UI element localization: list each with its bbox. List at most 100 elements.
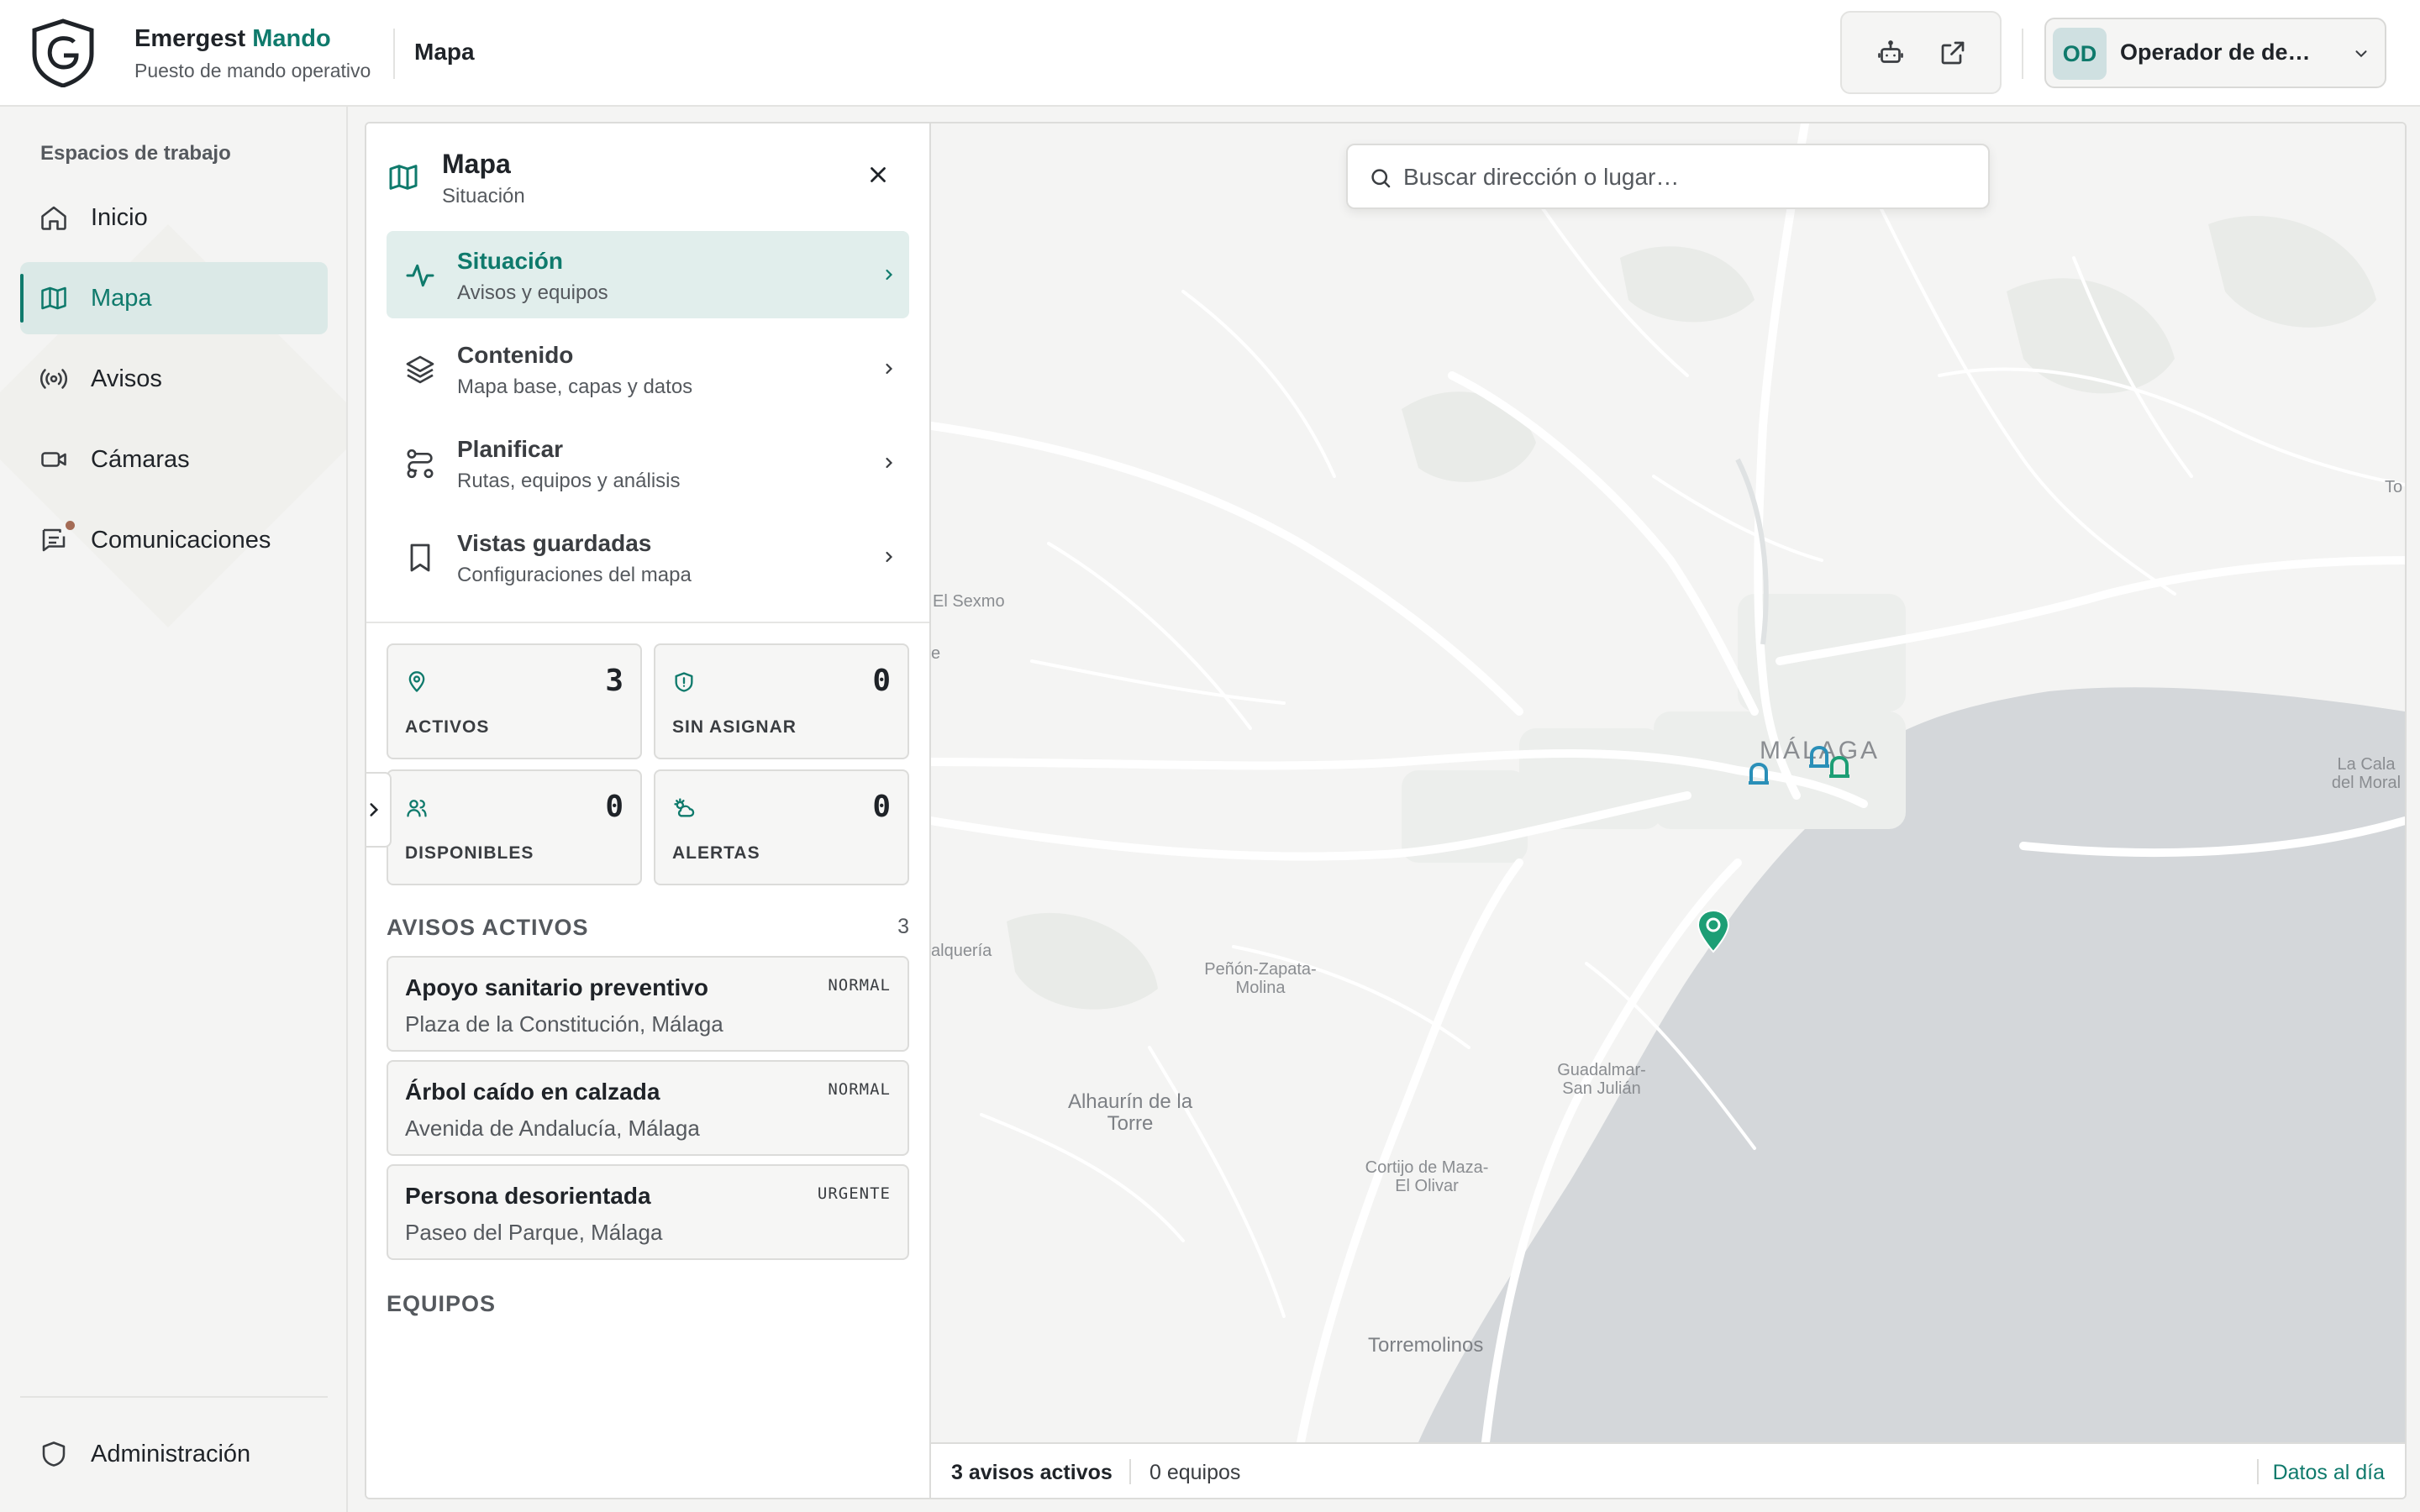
incident-location: Plaza de la Constitución, Málaga [405, 1011, 723, 1037]
robot-icon[interactable] [1876, 38, 1906, 68]
divider [2022, 29, 2023, 79]
map-workspace: El Sexmo e To MÁLAGA La Cala del Moral a… [365, 122, 2407, 1499]
chevron-right-icon [370, 803, 379, 816]
user-menu-button[interactable]: OD Operador de dem… [2044, 18, 2386, 88]
place-label: Alhaurín de la Torre [1067, 1090, 1193, 1135]
sidebar-item-inicio[interactable]: Inicio [20, 181, 328, 254]
divider [2257, 1459, 2259, 1484]
weather-alert-icon [674, 798, 695, 817]
broadcast-icon [39, 369, 68, 389]
menu-item-title: Planificar [457, 436, 564, 462]
route-icon [407, 449, 434, 479]
menu-item-situacion[interactable]: Situación Avisos y equipos [387, 231, 909, 318]
place-label: El Sexmo [933, 592, 1005, 611]
vehicle-marker-icon[interactable] [1746, 760, 1771, 787]
chevron-down-icon [2355, 50, 2367, 58]
stat-label: SIN ASIGNAR [672, 717, 797, 737]
place-label: alquería [931, 942, 992, 960]
avatar: OD [2053, 28, 2107, 80]
menu-item-title: Vistas guardadas [457, 530, 652, 556]
incident-location: Avenida de Andalucía, Málaga [405, 1116, 700, 1141]
notification-dot [66, 521, 75, 530]
map-pin-icon [408, 671, 425, 692]
chevron-right-icon [886, 551, 893, 563]
sidebar-item-comunicaciones[interactable]: Comunicaciones [20, 504, 328, 576]
priority-badge: NORMAL [828, 976, 891, 995]
incident-title: Persona desorientada [405, 1183, 651, 1209]
sidebar-item-label: Cámaras [91, 446, 190, 473]
sidebar: Espacios de trabajo Inicio Mapa Avisos C… [0, 107, 348, 1512]
shield-alert-icon [675, 672, 693, 692]
place-label: Cortijo de Maza-El Olivar [1365, 1158, 1489, 1195]
divider [393, 29, 395, 79]
panel-collapse-toggle[interactable] [366, 772, 392, 848]
place-label: Peñón-Zapata-Molina [1204, 960, 1317, 997]
stat-value: 0 [872, 790, 891, 824]
activity-icon [406, 264, 434, 287]
menu-item-title: Situación [457, 248, 564, 274]
status-bar: 3 avisos activos 0 equipos Datos al día [931, 1442, 2405, 1498]
incident-pin-icon[interactable] [1695, 908, 1732, 953]
sidebar-item-label: Mapa [91, 285, 152, 312]
stat-card-alertas[interactable]: 0 ALERTAS [654, 769, 909, 885]
menu-item-description: Rutas, equipos y análisis [457, 470, 681, 492]
incident-card[interactable]: Apoyo sanitario preventivo Plaza de la C… [387, 956, 909, 1052]
divider [366, 622, 929, 623]
map-canvas[interactable]: El Sexmo e To MÁLAGA La Cala del Moral a… [931, 123, 2405, 1442]
logo-icon [32, 18, 94, 87]
teams-count: 0 equipos [1150, 1461, 1241, 1484]
menu-item-vistas-guardadas[interactable]: Vistas guardadas Configuraciones del map… [387, 513, 909, 601]
priority-badge: NORMAL [828, 1080, 891, 1099]
divider [20, 1396, 328, 1398]
menu-item-planificar[interactable]: Planificar Rutas, equipos y análisis [387, 419, 909, 507]
close-icon[interactable] [865, 162, 891, 187]
sidebar-item-label: Administración [91, 1441, 251, 1467]
data-status: Datos al día [2272, 1461, 2385, 1484]
menu-item-description: Configuraciones del mapa [457, 564, 692, 586]
brand-name: Emergest Mando [134, 25, 331, 52]
brand: Emergest Mando Puesto de mando operativo [134, 25, 371, 82]
panel-subtitle: Situación [442, 185, 525, 207]
message-icon [42, 528, 66, 552]
sidebar-item-avisos[interactable]: Avisos [20, 343, 328, 415]
map-search-input[interactable] [1403, 157, 1966, 197]
chevron-right-icon [886, 457, 893, 469]
sidebar-item-mapa[interactable]: Mapa [20, 262, 328, 334]
menu-item-description: Avisos y equipos [457, 281, 608, 304]
incident-title: Apoyo sanitario preventivo [405, 974, 708, 1000]
stat-card-sin-asignar[interactable]: 0 SIN ASIGNAR [654, 643, 909, 759]
stat-value: 0 [872, 664, 891, 698]
incident-card[interactable]: Árbol caído en calzada Avenida de Andalu… [387, 1060, 909, 1156]
incidents-count: 3 [897, 915, 909, 938]
map-side-panel: Mapa Situación Situación Avisos y equipo… [366, 123, 931, 1498]
external-link-icon[interactable] [1938, 38, 1968, 68]
toolbar-group [1840, 11, 2002, 94]
brand-subtitle: Puesto de mando operativo [134, 60, 371, 81]
menu-item-contenido[interactable]: Contenido Mapa base, capas y datos [387, 325, 909, 412]
layers-icon [406, 355, 434, 384]
stat-value: 3 [605, 664, 623, 698]
stat-label: ACTIVOS [405, 717, 490, 737]
user-name: Operador de dem… [2120, 39, 2330, 65]
stat-card-activos[interactable]: 3 ACTIVOS [387, 643, 642, 759]
menu-item-title: Contenido [457, 342, 574, 368]
chevron-right-icon [886, 363, 893, 375]
stat-value: 0 [605, 790, 623, 824]
home-icon [41, 206, 66, 230]
incidents-section-title: AVISOS ACTIVOS [387, 915, 589, 940]
active-incidents-count: 3 avisos activos [951, 1461, 1113, 1484]
place-label: To [2385, 478, 2403, 496]
stat-card-disponibles[interactable]: 0 DISPONIBLES [387, 769, 642, 885]
incident-card[interactable]: Persona desorientada Paseo del Parque, M… [387, 1164, 909, 1260]
incident-location: Paseo del Parque, Málaga [405, 1220, 663, 1245]
map-roads [931, 123, 2405, 1442]
place-label: La Cala del Moral [2331, 755, 2402, 792]
stat-label: ALERTAS [672, 843, 760, 863]
incident-title: Árbol caído en calzada [405, 1079, 660, 1105]
sidebar-item-administracion[interactable]: Administración [20, 1418, 328, 1490]
shield-icon [42, 1441, 66, 1467]
priority-badge: URGENTE [817, 1184, 891, 1203]
sidebar-item-camaras[interactable]: Cámaras [20, 423, 328, 496]
vehicle-marker-icon[interactable] [1827, 753, 1852, 780]
place-label: e [931, 644, 941, 663]
